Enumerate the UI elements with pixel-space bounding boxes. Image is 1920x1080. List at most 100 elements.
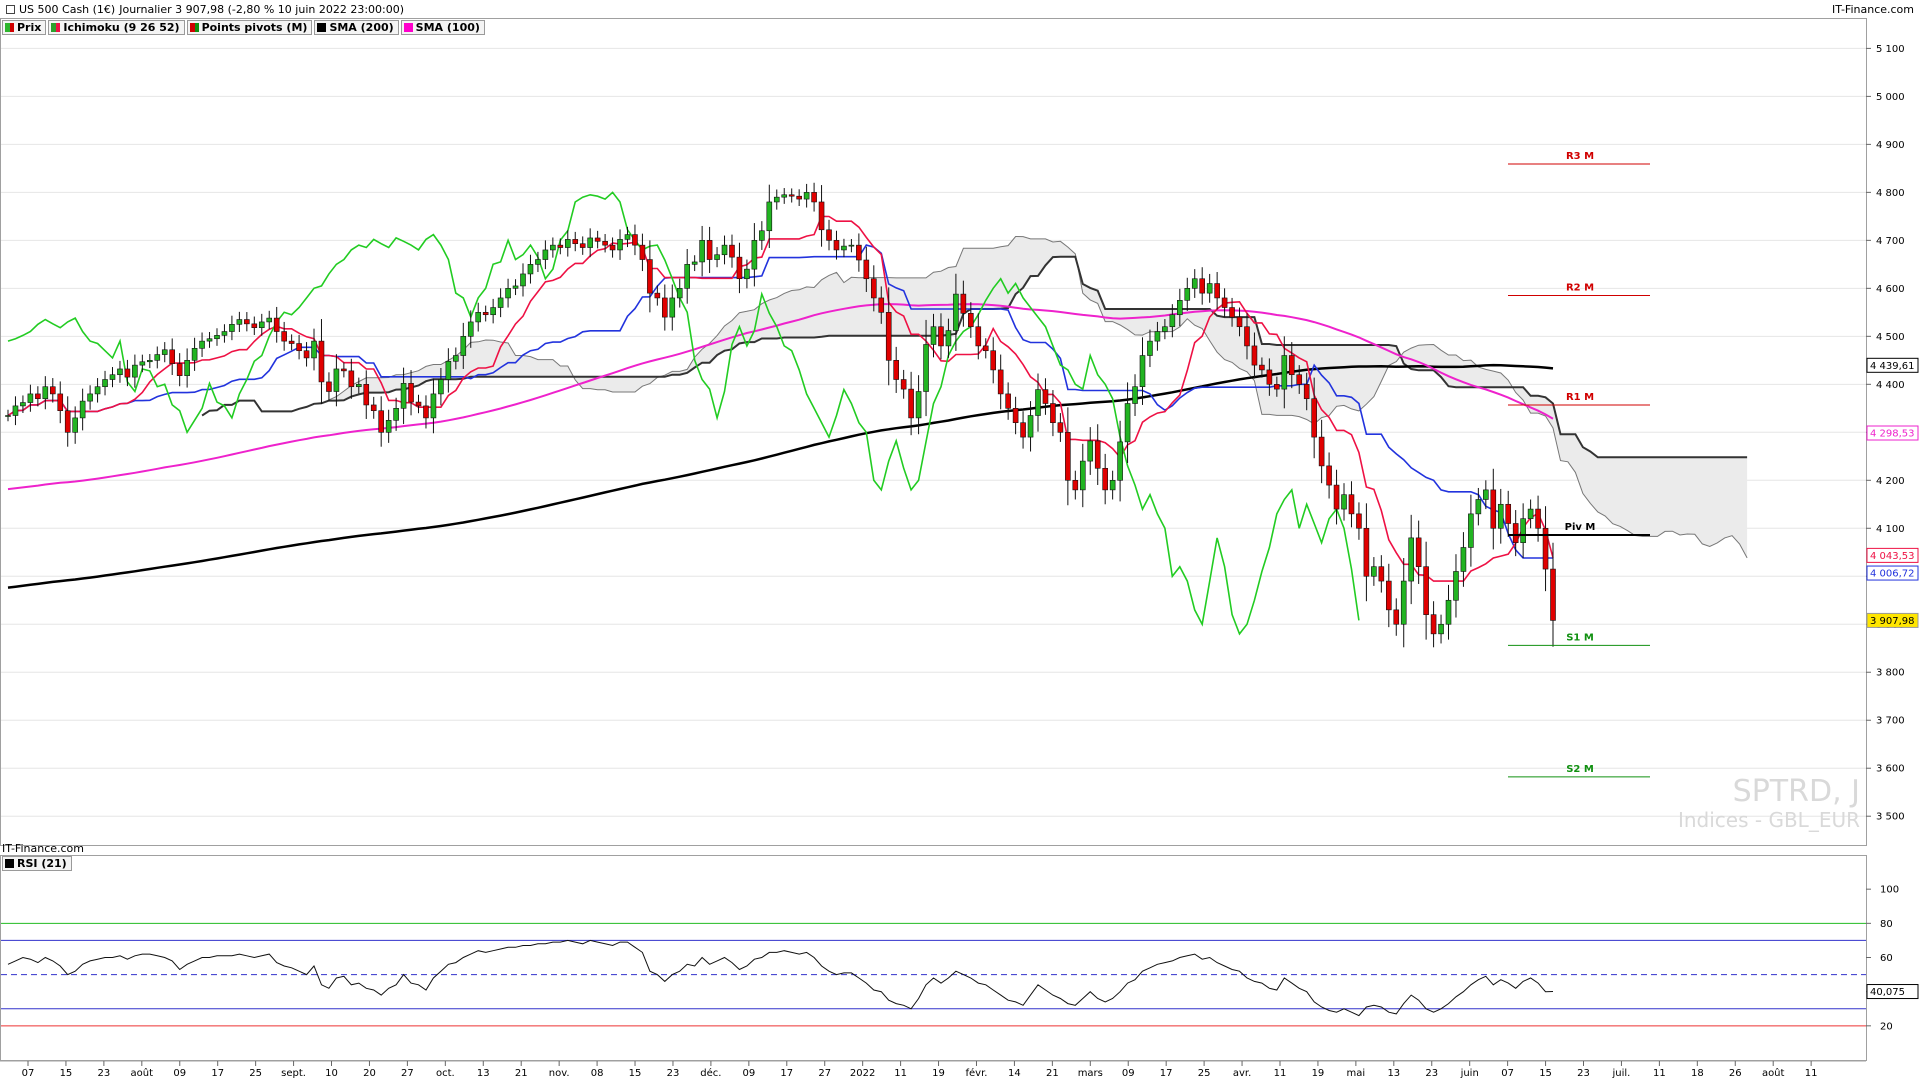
candle-body xyxy=(773,196,780,203)
candle-body xyxy=(1423,566,1429,615)
candle-body xyxy=(12,405,19,416)
candle-body xyxy=(654,292,661,299)
candle-body xyxy=(938,326,944,347)
x-tick-label: 27 xyxy=(818,1068,831,1079)
candle xyxy=(1520,503,1526,559)
candle-body xyxy=(49,386,56,395)
candle-body xyxy=(1079,460,1086,491)
square-icon[interactable] xyxy=(6,5,15,14)
instrument-info: Journalier 3 907,98 (-2,80 % 10 juin 202… xyxy=(119,3,405,16)
candle-body xyxy=(1468,513,1474,548)
candle xyxy=(684,248,691,304)
pivot-label: S2 M xyxy=(1566,764,1594,775)
legend-pivots[interactable]: Points pivots (M) xyxy=(186,20,313,35)
candle xyxy=(1497,488,1504,544)
candle-body xyxy=(602,241,608,246)
candle-body xyxy=(594,237,601,242)
candle-body xyxy=(833,240,840,251)
candle xyxy=(318,319,325,404)
y-tick-label: 3 700 xyxy=(1876,716,1905,727)
candle xyxy=(191,337,198,371)
candle-body xyxy=(676,288,683,299)
candle-body xyxy=(1169,314,1176,328)
candle xyxy=(266,310,273,330)
candle-body xyxy=(647,259,653,294)
candle-body xyxy=(1490,489,1497,529)
candle xyxy=(1199,267,1206,305)
candle xyxy=(833,230,840,260)
x-tick-label: 11 xyxy=(1274,1068,1287,1079)
candle xyxy=(1191,269,1198,298)
candle-body xyxy=(258,321,265,328)
candle-body xyxy=(296,343,302,352)
candle-body xyxy=(736,256,743,280)
candle-body xyxy=(35,393,41,400)
candle-body xyxy=(564,239,571,248)
x-tick-label: 23 xyxy=(1425,1068,1438,1079)
legend-rsi[interactable]: RSI (21) xyxy=(2,856,72,871)
x-tick-label: 15 xyxy=(60,1068,73,1079)
candle xyxy=(147,353,153,369)
x-tick-label: 15 xyxy=(1539,1068,1552,1079)
rsi-legend[interactable]: RSI (21) xyxy=(2,856,72,871)
rsi-panel-frame xyxy=(0,855,1867,1061)
candle-body xyxy=(355,384,362,388)
candle-body xyxy=(1266,369,1273,385)
candle-body xyxy=(236,319,243,325)
candle xyxy=(244,312,250,332)
candle xyxy=(662,284,668,331)
candle-body xyxy=(923,344,929,392)
candle xyxy=(161,342,168,363)
x-tick-label: 25 xyxy=(249,1068,262,1079)
candle-body xyxy=(333,368,340,392)
candle-body xyxy=(1065,432,1071,481)
x-tick-label: 27 xyxy=(401,1068,414,1079)
candle-body xyxy=(341,368,347,372)
candle xyxy=(841,238,847,258)
tenkan-tag: 4 043,53 xyxy=(1870,551,1915,562)
candle xyxy=(1400,558,1407,648)
candle-body xyxy=(385,420,392,433)
legend-ichimoku[interactable]: Ichimoku (9 26 52) xyxy=(48,20,185,35)
candle-body xyxy=(154,354,161,361)
candle-body xyxy=(1206,283,1213,294)
candle-body xyxy=(27,393,34,403)
y-tick-label: 3 500 xyxy=(1876,812,1905,823)
candle-body xyxy=(512,285,519,289)
candle xyxy=(781,188,788,204)
x-tick-label: mars xyxy=(1078,1068,1103,1079)
candle-body xyxy=(176,363,183,376)
rsi-value-tag: 40,075 xyxy=(1870,987,1905,998)
legend-sma100[interactable]: SMA (100) xyxy=(400,20,485,35)
candle-body xyxy=(632,234,638,246)
candle-body xyxy=(169,349,176,364)
candle-body xyxy=(42,386,49,400)
candle-body xyxy=(273,317,280,332)
legend-prix[interactable]: Prix xyxy=(2,20,47,35)
candle-body xyxy=(445,360,452,380)
candle-body xyxy=(557,244,564,248)
chart-canvas: 5 100 5 000 4 900 4 800 4 700 4 600 4 500 4 400… xyxy=(0,18,1919,1079)
legend-label: Prix xyxy=(17,21,42,34)
candle xyxy=(1117,420,1123,502)
candle-body xyxy=(1527,508,1534,519)
candle-body xyxy=(94,386,101,395)
candle xyxy=(1393,598,1400,636)
candle-body xyxy=(1117,441,1123,481)
candle-body xyxy=(497,297,504,308)
candle-body xyxy=(229,324,235,332)
candle-body xyxy=(244,319,250,325)
candle xyxy=(296,334,302,360)
candle-body xyxy=(184,360,190,376)
candle-body xyxy=(721,244,728,256)
candle xyxy=(699,225,705,277)
x-tick-label: 11 xyxy=(1653,1068,1666,1079)
candle xyxy=(1109,470,1116,500)
legend-sma200[interactable]: SMA (200) xyxy=(314,20,399,35)
candle-body xyxy=(856,244,862,261)
candle xyxy=(848,239,855,253)
candle-body xyxy=(214,335,220,340)
candle xyxy=(221,324,228,343)
x-tick-label: 07 xyxy=(1501,1068,1514,1079)
y-tick-label: 4 400 xyxy=(1876,380,1905,391)
